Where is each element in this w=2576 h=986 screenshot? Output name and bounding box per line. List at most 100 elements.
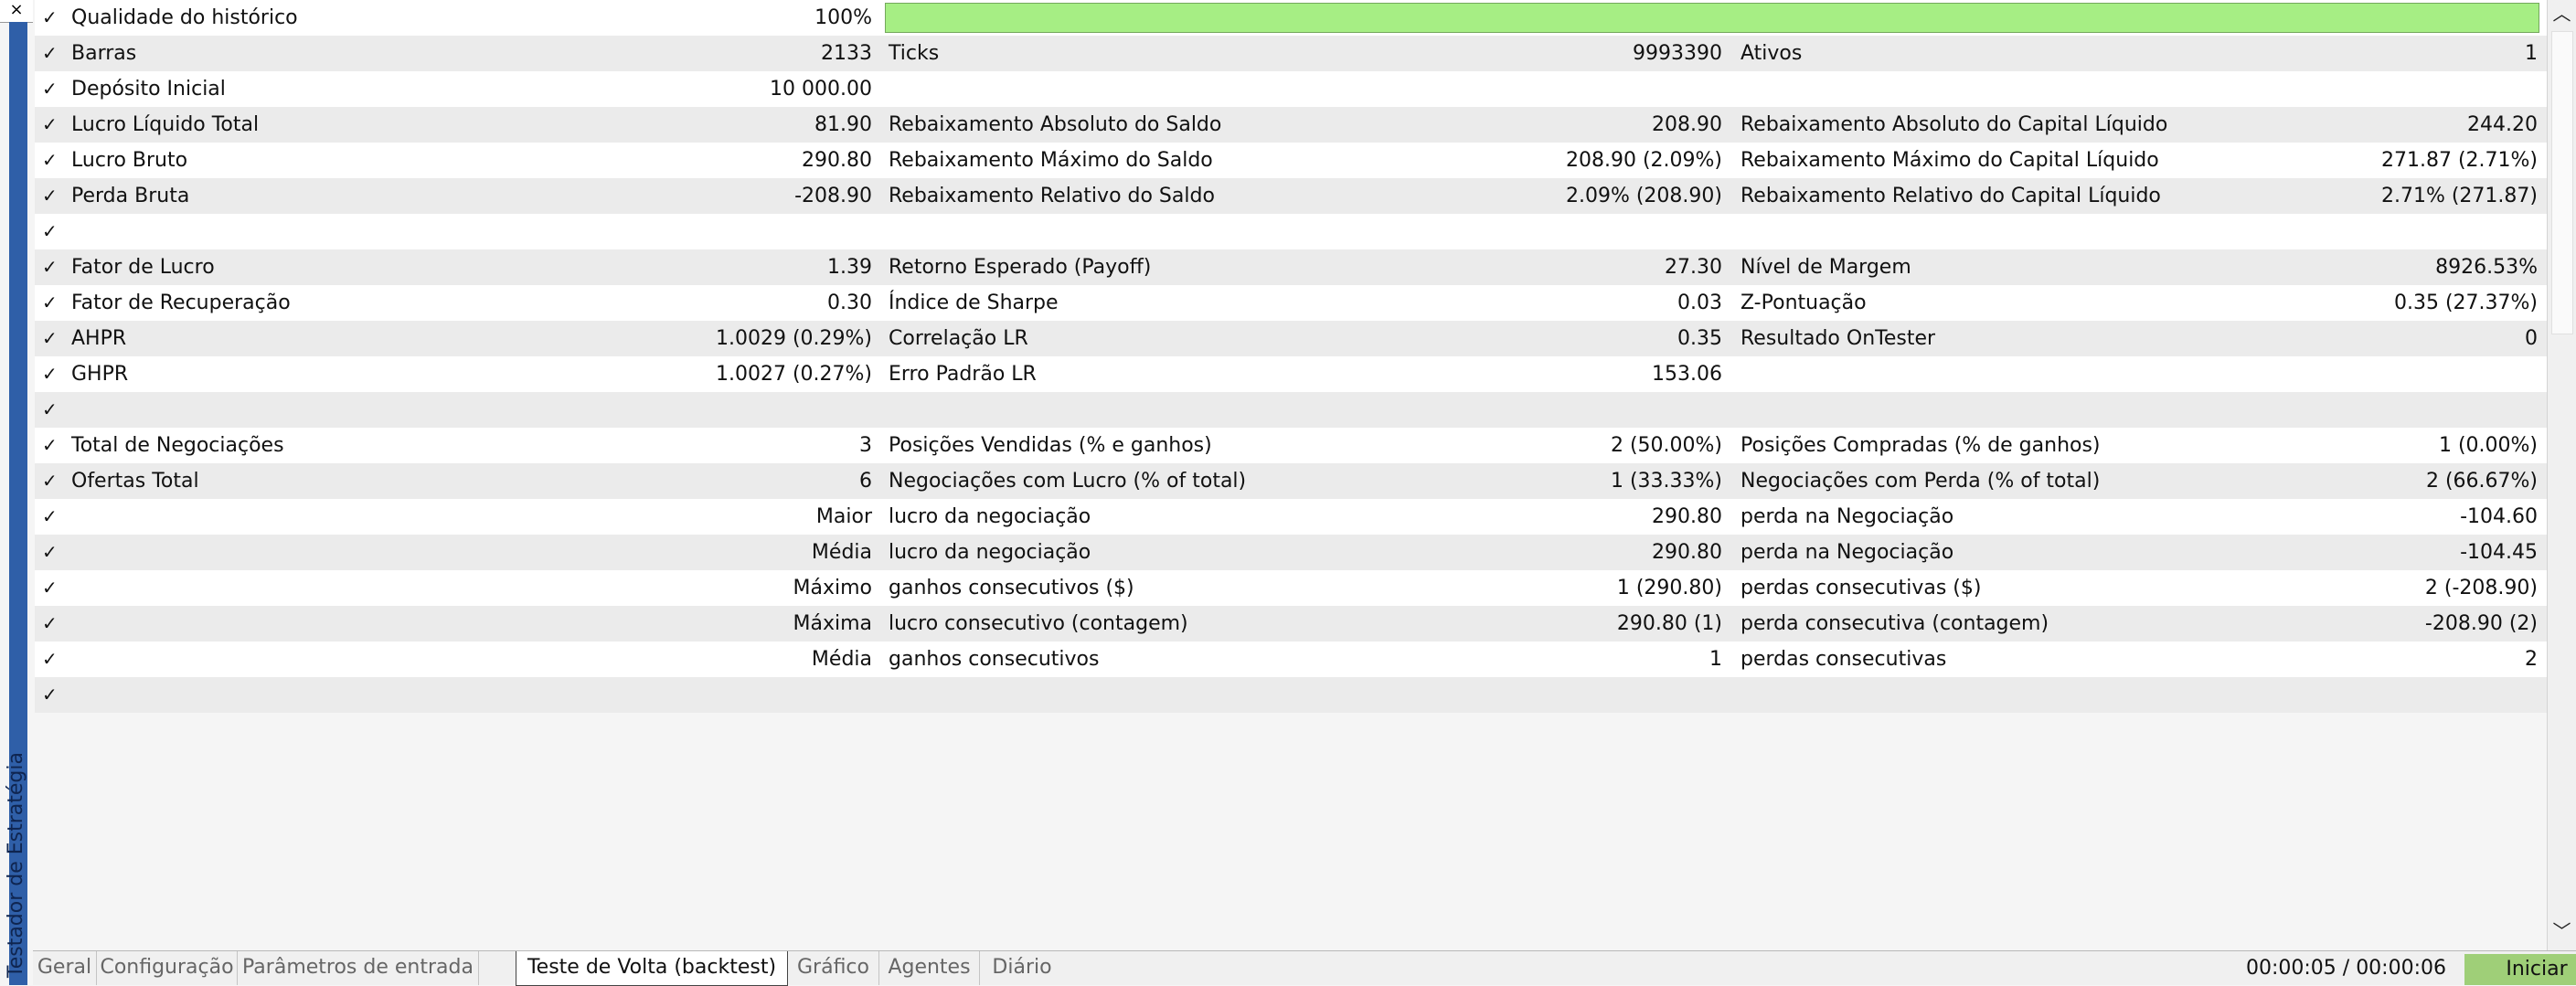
metric-label: Fator de Recuperação xyxy=(71,292,291,314)
metric-label: Nível de Margem xyxy=(1740,256,1911,279)
check-icon[interactable]: ✓ xyxy=(42,214,62,249)
metric-label: lucro da negociação xyxy=(889,541,1091,564)
table-row: ✓ Fator de Lucro 1.39 Retorno Esperado (Pay… xyxy=(35,249,2547,285)
table-row: ✓ AHPR 1.0029 (0.29%) Correlação LR 0.35 Resu… xyxy=(35,321,2547,356)
tab-graph[interactable]: Gráfico xyxy=(788,951,879,985)
backtest-report: ✓ Qualidade do histórico 100% ✓ Barras 2133 Ti… xyxy=(35,0,2547,713)
metric-label: Rebaixamento Absoluto do Saldo xyxy=(889,113,1222,136)
check-icon[interactable]: ✓ xyxy=(42,641,62,677)
table-row: ✓ Maior lucro da negociação 290.80 perda na … xyxy=(35,499,2547,535)
check-icon[interactable]: ✓ xyxy=(42,392,62,428)
metric-value: 290.80 xyxy=(1652,541,1722,564)
check-icon[interactable]: ✓ xyxy=(42,285,62,321)
table-row: ✓ xyxy=(35,677,2547,713)
check-icon[interactable]: ✓ xyxy=(42,0,62,36)
metric-value: 10 000.00 xyxy=(770,78,872,101)
check-icon[interactable]: ✓ xyxy=(42,535,62,570)
metric-label: Ticks xyxy=(889,42,940,65)
check-icon[interactable]: ✓ xyxy=(42,71,62,107)
check-icon[interactable]: ✓ xyxy=(42,428,62,463)
metric-value: 153.06 xyxy=(1652,363,1722,386)
metric-label: perda na Negociação xyxy=(1740,541,1954,564)
metric-value: 27.30 xyxy=(1665,256,1722,279)
history-quality-bar xyxy=(885,3,2539,33)
metric-label: Perda Bruta xyxy=(71,185,190,207)
metric-label: GHPR xyxy=(71,363,129,386)
scrollbar-thumb[interactable] xyxy=(2551,31,2573,334)
table-row: ✓ Barras 2133 Ticks 9993390 Ativos 1 xyxy=(35,36,2547,71)
metric-value: 2133 xyxy=(821,42,872,65)
vertical-scrollbar[interactable]: ︿ ﹀ xyxy=(2547,0,2576,950)
tab-backtest[interactable]: Teste de Volta (backtest) xyxy=(516,951,788,986)
metric-label: Rebaixamento Máximo do Capital Líquido xyxy=(1740,149,2159,172)
table-row: ✓ Média lucro da negociação 290.80 perda na … xyxy=(35,535,2547,570)
metric-value: 1.0029 (0.29%) xyxy=(715,327,872,350)
metric-value: 1.0027 (0.27%) xyxy=(715,363,872,386)
elapsed-time: 00:00:05 / 00:00:06 xyxy=(2245,957,2446,980)
check-icon[interactable]: ✓ xyxy=(42,463,62,499)
metric-value: 1 xyxy=(2525,42,2538,65)
table-row: ✓ Qualidade do histórico 100% xyxy=(35,0,2547,36)
check-icon[interactable]: ✓ xyxy=(42,606,62,641)
metric-value: 100% xyxy=(814,6,872,29)
table-row: ✓ Média ganhos consecutivos 1 perdas consecu… xyxy=(35,641,2547,677)
check-icon[interactable]: ✓ xyxy=(42,677,62,713)
metric-value: Máximo xyxy=(793,577,873,599)
table-row: ✓ Lucro Líquido Total 81.90 Rebaixamento Ab… xyxy=(35,107,2547,143)
metric-value: 1.39 xyxy=(827,256,872,279)
close-icon[interactable]: × xyxy=(0,0,33,23)
side-panel-title: Testador de Estratégia xyxy=(5,752,27,978)
tab-general[interactable]: Geral xyxy=(33,951,97,985)
metric-value: 271.87 (2.71%) xyxy=(2380,149,2538,172)
metric-label: perdas consecutivas xyxy=(1740,648,1947,671)
metric-value: 290.80 xyxy=(1652,505,1722,528)
table-row: ✓ Máximo ganhos consecutivos ($) 1 (290.80)… xyxy=(35,570,2547,606)
tab-agents[interactable]: Agentes xyxy=(879,951,980,985)
metric-label: Rebaixamento Máximo do Saldo xyxy=(889,149,1213,172)
metric-label: Negociações com Lucro (% of total) xyxy=(889,470,1247,493)
metric-label: lucro da negociação xyxy=(889,505,1091,528)
check-icon[interactable]: ✓ xyxy=(42,36,62,71)
metric-value: 2 (66.67%) xyxy=(2425,470,2538,493)
metric-value: 0.30 xyxy=(827,292,872,314)
table-row: ✓ Depósito Inicial 10 000.00 xyxy=(35,71,2547,107)
metric-value: 244.20 xyxy=(2467,113,2538,136)
tab-inputs[interactable]: Parâmetros de entrada xyxy=(238,951,479,985)
check-icon[interactable]: ✓ xyxy=(42,321,62,356)
start-button[interactable]: Iniciar xyxy=(2464,954,2576,985)
check-icon[interactable]: ✓ xyxy=(42,356,62,392)
check-icon[interactable]: ✓ xyxy=(42,249,62,285)
check-icon[interactable]: ✓ xyxy=(42,143,62,178)
metric-value: 1 (33.33%) xyxy=(1610,470,1722,493)
table-row: ✓ GHPR 1.0027 (0.27%) Erro Padrão LR 153.06 xyxy=(35,356,2547,392)
metric-label: Ativos xyxy=(1740,42,1803,65)
metric-label: AHPR xyxy=(71,327,127,350)
metric-label: Total de Negociações xyxy=(71,434,284,457)
scroll-down-icon[interactable]: ﹀ xyxy=(2548,917,2576,945)
scroll-up-icon[interactable]: ︿ xyxy=(2548,0,2576,27)
table-row: ✓ xyxy=(35,214,2547,249)
metric-label: Lucro Bruto xyxy=(71,149,188,172)
metric-label: Correlação LR xyxy=(889,327,1028,350)
metric-label: perda na Negociação xyxy=(1740,505,1954,528)
tab-journal[interactable]: Diário xyxy=(980,951,1064,985)
table-row: ✓ Lucro Bruto 290.80 Rebaixamento Máximo do… xyxy=(35,143,2547,178)
metric-label: Fator de Lucro xyxy=(71,256,215,279)
metric-value: 2 xyxy=(2525,648,2538,671)
metric-value: 0.35 xyxy=(1677,327,1722,350)
tab-settings[interactable]: Configuração xyxy=(97,951,238,985)
check-icon[interactable]: ✓ xyxy=(42,570,62,606)
metric-label: ganhos consecutivos ($) xyxy=(889,577,1134,599)
metric-value: -104.45 xyxy=(2460,541,2538,564)
check-icon[interactable]: ✓ xyxy=(42,499,62,535)
metric-label: Retorno Esperado (Payoff) xyxy=(889,256,1152,279)
metric-value: 1 xyxy=(1709,648,1722,671)
metric-value: 2 (50.00%) xyxy=(1610,434,1722,457)
metric-label: Posições Compradas (% de ganhos) xyxy=(1740,434,2101,457)
metric-value: 1 (290.80) xyxy=(1616,577,1722,599)
metric-value: Maior xyxy=(815,505,872,528)
check-icon[interactable]: ✓ xyxy=(42,107,62,143)
metric-value: 3 xyxy=(859,434,872,457)
check-icon[interactable]: ✓ xyxy=(42,178,62,214)
metric-label: Qualidade do histórico xyxy=(71,6,298,29)
